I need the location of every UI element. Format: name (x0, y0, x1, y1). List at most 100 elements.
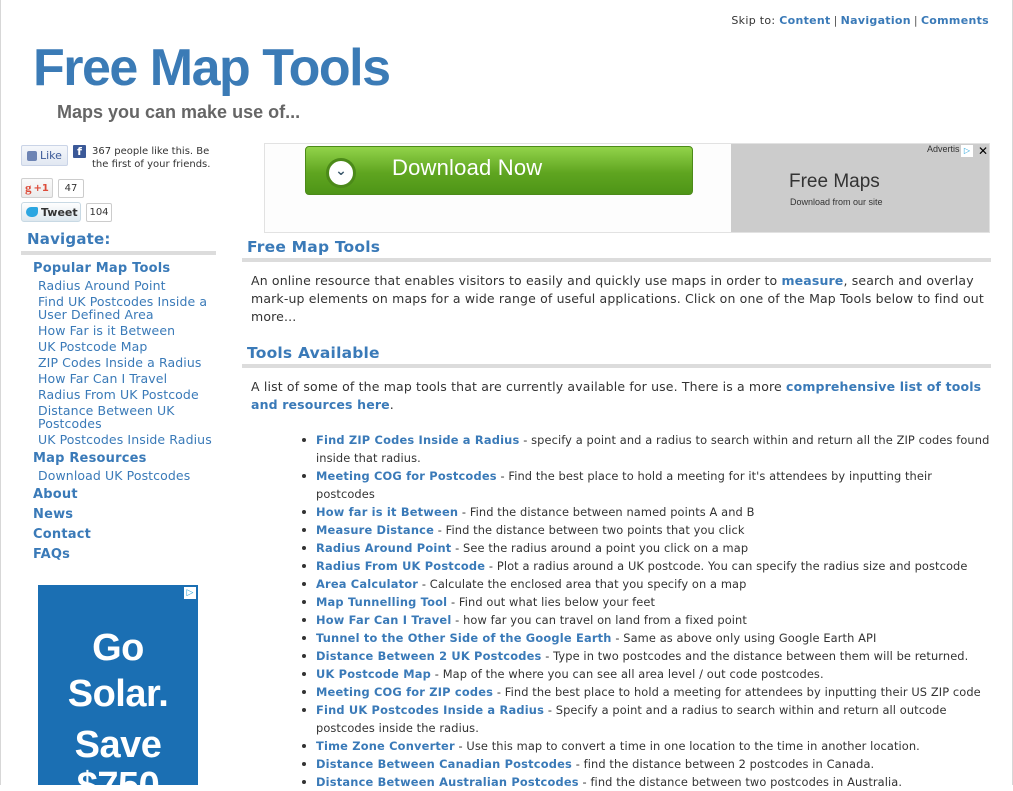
list-item: Time Zone Converter - Use this map to co… (300, 737, 992, 755)
facebook-like-label: Like (40, 149, 62, 162)
tool-link[interactable]: How far is it Between (316, 505, 458, 519)
tools-list: Find ZIP Codes Inside a Radius - specify… (300, 431, 992, 791)
sidebar-item-zip-codes-inside-radius[interactable]: ZIP Codes Inside a Radius (33, 356, 223, 369)
tool-description: - See the radius around a point you clic… (451, 541, 749, 555)
tool-description: - find the distance between 2 postcodes … (572, 757, 875, 771)
solar-ad-line: Solar. (67, 673, 169, 715)
tool-link[interactable]: Radius Around Point (316, 541, 451, 555)
tool-description: - Type in two postcodes and the distance… (541, 649, 969, 663)
sidebar-item-contact[interactable]: Contact (33, 527, 223, 542)
facebook-icon: f (73, 145, 86, 158)
site-tagline: Maps you can make use of... (57, 102, 301, 122)
tweet-button[interactable]: Tweet (21, 202, 81, 222)
download-now-label: Download Now (392, 155, 543, 180)
twitter-bird-icon (26, 207, 38, 217)
tool-description: - Use this map to convert a time in one … (454, 739, 920, 753)
sidebar-nav: Popular Map Tools Radius Around Point Fi… (33, 261, 223, 562)
tool-link[interactable]: Meeting COG for Postcodes (316, 469, 497, 483)
google-plus-one-label: +1 (33, 182, 49, 194)
tool-description: - Same as above only using Google Earth … (611, 631, 877, 645)
tool-link[interactable]: Distance Between Canadian Postcodes (316, 757, 572, 771)
download-now-button[interactable]: ⌄ Download Now (305, 146, 693, 195)
sidebar-item-how-far-can-i-travel[interactable]: How Far Can I Travel (33, 372, 223, 385)
tweet-count: 104 (86, 203, 112, 222)
tool-link[interactable]: Find UK Postcodes Inside a Radius (316, 703, 544, 717)
list-item: How Far Can I Travel - how far you can t… (300, 611, 992, 629)
sidebar-item-find-uk-postcodes-inside-area[interactable]: Find UK Postcodes Inside a User Defined … (33, 295, 223, 321)
sidebar-item-how-far-is-it-between[interactable]: How Far is it Between (33, 324, 223, 337)
sidebar-item-about[interactable]: About (33, 487, 223, 502)
list-item: Meeting COG for Postcodes - Find the bes… (300, 467, 992, 503)
skip-to-navigation-link[interactable]: Navigation (841, 14, 911, 27)
solar-ad-line: Save (74, 724, 162, 766)
tool-description: - Calculate the enclosed area that you s… (418, 577, 747, 591)
tool-link[interactable]: Radius From UK Postcode (316, 559, 485, 573)
free-maps-ad-subtitle: Download from our site (790, 197, 883, 207)
close-icon[interactable]: ✕ (977, 145, 989, 157)
tool-description: - Plot a radius around a UK postcode. Yo… (485, 559, 968, 573)
tweet-label: Tweet (41, 205, 78, 219)
chevron-down-icon: ⌄ (335, 163, 347, 179)
skip-separator: | (913, 14, 918, 27)
tools-text: A list of some of the map tools that are… (251, 379, 787, 394)
solar-advert[interactable]: ▷ Go Solar. Save $750 (38, 585, 198, 785)
list-item: Tunnel to the Other Side of the Google E… (300, 629, 992, 647)
list-item: Radius Around Point - See the radius aro… (300, 539, 992, 557)
tool-description: - find the distance between two postcode… (578, 775, 903, 789)
tool-link[interactable]: Measure Distance (316, 523, 434, 537)
list-item: Find ZIP Codes Inside a Radius - specify… (300, 431, 992, 467)
sidebar-item-download-uk-postcodes[interactable]: Download UK Postcodes (33, 469, 223, 482)
tool-description: - Map of the where you can see all area … (431, 667, 824, 681)
adchoices-icon[interactable]: ▷ (961, 145, 973, 157)
thumbs-up-icon (27, 150, 37, 161)
tool-description: - Find the best place to hold a meeting … (493, 685, 981, 699)
list-item: How far is it Between - Find the distanc… (300, 503, 992, 521)
sidebar-item-radius-around-point[interactable]: Radius Around Point (33, 279, 223, 292)
list-item: Area Calculator - Calculate the enclosed… (300, 575, 992, 593)
list-item: Map Tunnelling Tool - Find out what lies… (300, 593, 992, 611)
list-item: Measure Distance - Find the distance bet… (300, 521, 992, 539)
tool-description: - Find out what lies below your feet (447, 595, 656, 609)
google-plus-icon: g (25, 180, 32, 195)
tool-link[interactable]: Meeting COG for ZIP codes (316, 685, 493, 699)
google-plus-one-button[interactable]: g +1 (21, 178, 53, 198)
free-maps-ad-panel[interactable]: Free Maps Download from our site Adverti… (731, 144, 989, 232)
section-heading-free-map-tools: Free Map Tools (242, 238, 991, 262)
tool-link[interactable]: How Far Can I Travel (316, 613, 451, 627)
tools-text: . (389, 397, 394, 412)
sidebar-section-map-resources[interactable]: Map Resources (33, 451, 223, 466)
advertisement-label: Advertis (927, 144, 960, 154)
sidebar-item-uk-postcode-map[interactable]: UK Postcode Map (33, 340, 223, 353)
list-item: Meeting COG for ZIP codes - Find the bes… (300, 683, 992, 701)
sidebar-item-uk-postcodes-inside-radius[interactable]: UK Postcodes Inside Radius (33, 433, 223, 446)
download-banner-ad: ⌄ Download Now Free Maps Download from o… (264, 143, 990, 233)
sidebar-item-faqs[interactable]: FAQs (33, 547, 223, 562)
tool-link[interactable]: UK Postcode Map (316, 667, 431, 681)
tool-description: - Find the distance between named points… (458, 505, 755, 519)
section-heading-tools-available: Tools Available (242, 344, 991, 368)
intro-paragraph: An online resource that enables visitors… (251, 272, 991, 326)
tool-link[interactable]: Area Calculator (316, 577, 418, 591)
tool-link[interactable]: Distance Between 2 UK Postcodes (316, 649, 542, 663)
tool-link[interactable]: Tunnel to the Other Side of the Google E… (316, 631, 612, 645)
facebook-like-count-text: 367 people like this. Be the first of yo… (92, 146, 211, 170)
sidebar-section-popular-map-tools[interactable]: Popular Map Tools (33, 261, 223, 278)
tool-description: - how far you can travel on land from a … (451, 613, 747, 627)
sidebar-item-radius-from-uk-postcode[interactable]: Radius From UK Postcode (33, 388, 223, 401)
sidebar-item-distance-between-uk-postcodes[interactable]: Distance Between UK Postcodes (33, 404, 223, 430)
measure-link[interactable]: measure (781, 273, 843, 288)
adchoices-icon[interactable]: ▷ (184, 587, 196, 599)
tool-link[interactable]: Time Zone Converter (316, 739, 455, 753)
tool-link[interactable]: Find ZIP Codes Inside a Radius (316, 433, 519, 447)
tool-description: - Find the distance between two points t… (434, 523, 745, 537)
site-title[interactable]: Free Map Tools (33, 38, 391, 98)
skip-to-comments-link[interactable]: Comments (921, 14, 989, 27)
sidebar-item-news[interactable]: News (33, 507, 223, 522)
list-item: Distance Between Australian Postcodes - … (300, 773, 992, 791)
tool-link[interactable]: Distance Between Australian Postcodes (316, 775, 579, 789)
free-maps-ad-title: Free Maps (789, 171, 880, 192)
facebook-like-button[interactable]: Like (21, 145, 68, 166)
skip-to-content-link[interactable]: Content (779, 14, 830, 27)
list-item: Radius From UK Postcode - Plot a radius … (300, 557, 992, 575)
tool-link[interactable]: Map Tunnelling Tool (316, 595, 447, 609)
